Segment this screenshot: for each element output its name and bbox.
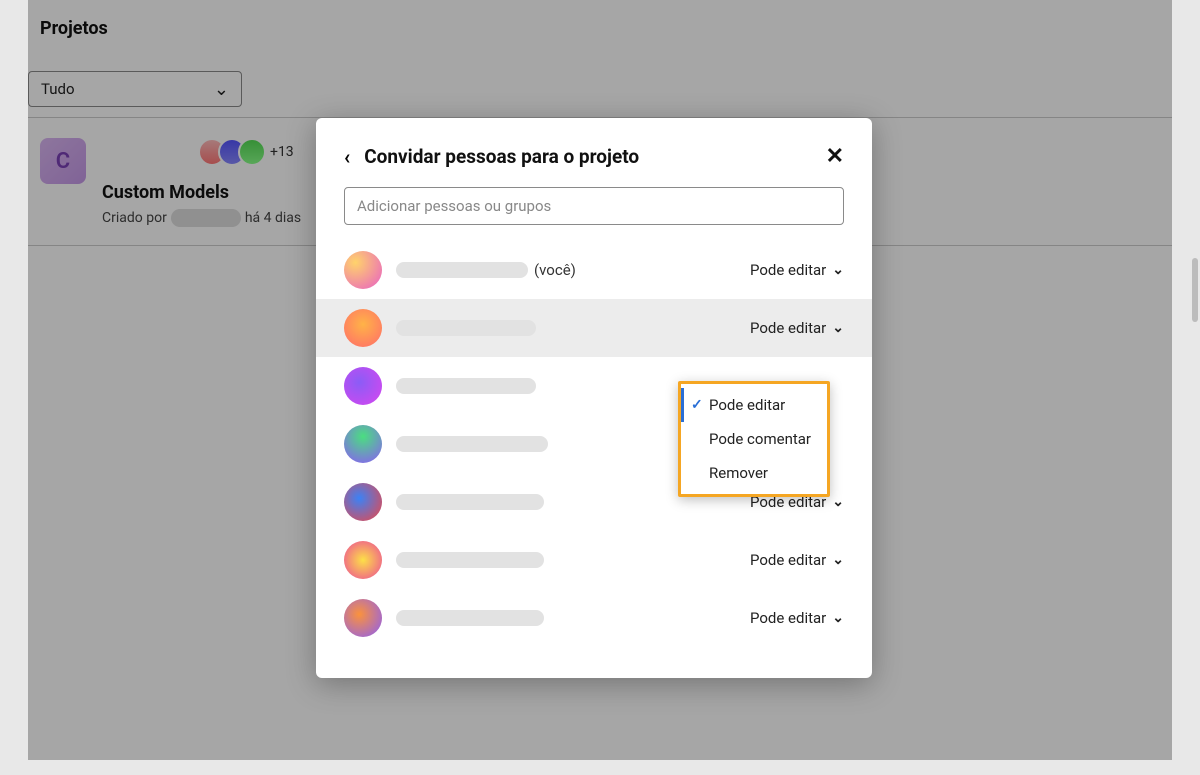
member-name xyxy=(396,320,750,336)
member-name-redacted xyxy=(396,494,544,510)
permission-menu-label: Pode comentar xyxy=(709,430,813,448)
chevron-down-icon: ⌄ xyxy=(832,552,844,568)
permission-dropdown[interactable]: Pode editar ⌄ xyxy=(750,551,844,569)
close-button[interactable]: ✕ xyxy=(826,144,844,169)
chevron-down-icon: ⌄ xyxy=(832,610,844,626)
permission-menu-item-remove[interactable]: Remover xyxy=(681,456,827,490)
avatar xyxy=(344,251,382,289)
member-name xyxy=(396,610,750,626)
permission-dropdown[interactable]: Pode editar ⌄ xyxy=(750,609,844,627)
member-name: (você) xyxy=(396,261,750,279)
you-badge: (você) xyxy=(534,261,576,279)
member-row[interactable]: (você) Pode editar ⌄ xyxy=(316,241,872,299)
avatar xyxy=(344,309,382,347)
member-name-redacted xyxy=(396,378,536,394)
permission-dropdown[interactable]: Pode editar ⌄ xyxy=(750,319,844,337)
member-name-redacted xyxy=(396,610,544,626)
permission-label: Pode editar xyxy=(750,261,826,279)
avatar xyxy=(344,541,382,579)
chevron-down-icon: ⌄ xyxy=(832,494,844,510)
avatar xyxy=(344,425,382,463)
member-name xyxy=(396,552,750,568)
member-row[interactable]: Pode editar ⌄ xyxy=(316,299,872,357)
permission-label: Pode editar xyxy=(750,551,826,569)
permission-menu-item-edit[interactable]: Pode editar xyxy=(681,388,827,422)
add-people-input[interactable] xyxy=(344,187,844,225)
chevron-down-icon: ⌄ xyxy=(832,320,844,336)
member-name-redacted xyxy=(396,552,544,568)
member-name-redacted xyxy=(396,262,528,278)
scrollbar-thumb[interactable] xyxy=(1192,258,1198,322)
permission-menu: Pode editar Pode comentar Remover xyxy=(678,381,830,497)
check-icon xyxy=(691,397,709,413)
permission-label: Pode editar xyxy=(750,319,826,337)
modal-title: Convidar pessoas para o projeto xyxy=(364,145,825,168)
back-button[interactable]: ‹ xyxy=(344,145,350,169)
avatar xyxy=(344,599,382,637)
chevron-down-icon: ⌄ xyxy=(832,262,844,278)
permission-menu-label: Remover xyxy=(709,464,813,482)
permission-menu-label: Pode editar xyxy=(709,396,813,414)
member-name-redacted xyxy=(396,320,536,336)
avatar xyxy=(344,483,382,521)
permission-dropdown[interactable]: Pode editar ⌄ xyxy=(750,261,844,279)
member-row[interactable]: Pode editar ⌄ xyxy=(316,531,872,589)
permission-label: Pode editar xyxy=(750,609,826,627)
member-name-redacted xyxy=(396,436,548,452)
member-row[interactable]: Pode editar ⌄ xyxy=(316,589,872,647)
permission-menu-item-comment[interactable]: Pode comentar xyxy=(681,422,827,456)
avatar xyxy=(344,367,382,405)
